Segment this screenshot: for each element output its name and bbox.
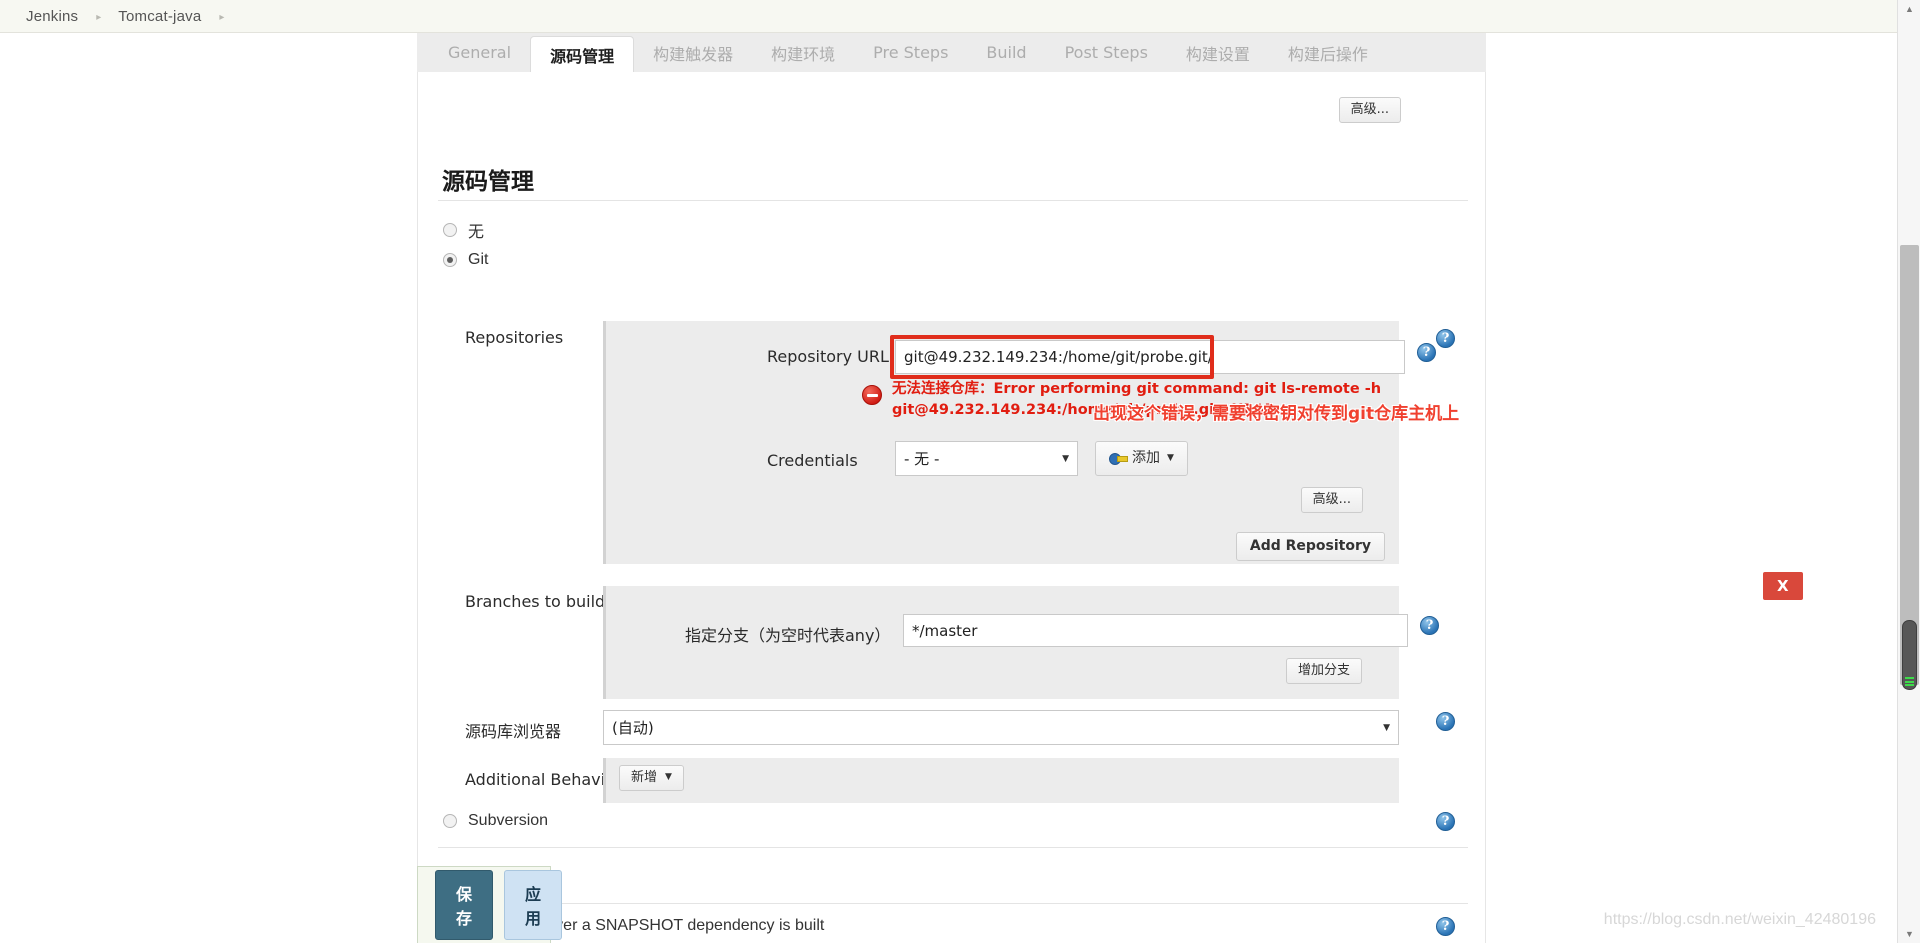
- config-tabbar: General 源码管理 构建触发器 构建环境 Pre Steps Build …: [417, 33, 1486, 72]
- apply-button[interactable]: 应用: [504, 870, 563, 940]
- branch-specifier-label: 指定分支（为空时代表any）: [685, 626, 891, 645]
- scroll-indicator-bars: [1905, 676, 1914, 686]
- page-canvas: General 源码管理 构建触发器 构建环境 Pre Steps Build …: [0, 33, 1897, 943]
- branches-to-build-label: Branches to build: [465, 592, 606, 611]
- config-panel: 高级... 源码管理 无 Git Repositories Repository…: [417, 72, 1803, 943]
- branches-group: 指定分支（为空时代表any） ? X 增加分支: [603, 572, 1803, 699]
- add-repository-button[interactable]: Add Repository: [1235, 532, 1385, 562]
- breadcrumb-item-job[interactable]: Tomcat-java: [118, 8, 201, 25]
- radio-git-label: Git: [468, 251, 489, 268]
- annotation-note: 出现这个错误，需要将密钥对传到git仓库主机上: [1093, 404, 1460, 424]
- help-icon-repository-url[interactable]: ?: [1417, 343, 1436, 362]
- repository-browser-value: (自动): [612, 719, 654, 737]
- repository-url-label: Repository URL: [767, 347, 889, 366]
- repository-url-input[interactable]: [895, 340, 1405, 374]
- tab-build-settings[interactable]: 构建设置: [1167, 33, 1269, 72]
- chevron-down-icon-add-credentials: ▼: [1167, 452, 1174, 463]
- help-icon-subversion[interactable]: ?: [1436, 812, 1455, 831]
- scrollbar-thumb[interactable]: [1900, 245, 1919, 685]
- floating-save-bar: 保存 应用: [417, 866, 563, 943]
- help-icon-browser[interactable]: ?: [1436, 712, 1455, 731]
- chevron-down-icon-add-behaviour: ▼: [665, 772, 672, 783]
- additional-behaviours-group: 新增 ▼: [603, 758, 1399, 803]
- radio-subversion-label: Subversion: [468, 812, 549, 829]
- radio-scm-subversion[interactable]: Subversion: [443, 812, 548, 830]
- tab-scm[interactable]: 源码管理: [530, 36, 635, 72]
- repository-browser-label: 源码库浏览器: [465, 722, 562, 741]
- repositories-group: Repository URL ? 无法连接仓库：Error performing…: [603, 321, 1436, 564]
- tab-general[interactable]: General: [429, 33, 530, 72]
- add-credentials-label: 添加: [1132, 449, 1160, 466]
- error-line-1: 无法连接仓库：Error performing git command: git…: [892, 381, 1382, 397]
- chevron-right-icon: ▸: [96, 11, 102, 23]
- chevron-down-icon-credentials: ▼: [1062, 453, 1069, 464]
- add-behaviour-label: 新增: [631, 770, 658, 785]
- breadcrumb-item-jenkins[interactable]: Jenkins: [26, 8, 78, 25]
- radio-none-indicator: [443, 223, 457, 237]
- delete-branch-button[interactable]: X: [1763, 572, 1803, 600]
- repositories-label: Repositories: [465, 328, 564, 347]
- add-behaviour-button[interactable]: 新增 ▼: [619, 765, 684, 792]
- credentials-selected-value: - 无 -: [904, 450, 940, 468]
- help-icon-repositories[interactable]: ?: [1436, 329, 1455, 348]
- tab-build[interactable]: Build: [967, 33, 1045, 72]
- chevron-down-icon-browser: ▼: [1383, 722, 1390, 733]
- divider-triggers: [438, 903, 1468, 904]
- tab-build-triggers[interactable]: 构建触发器: [634, 33, 752, 72]
- scroll-down-arrow-icon[interactable]: ▼: [1898, 925, 1920, 943]
- advanced-top-button[interactable]: 高级...: [1338, 97, 1401, 124]
- page-title-scm: 源码管理: [442, 169, 534, 195]
- tab-build-env[interactable]: 构建环境: [752, 33, 854, 72]
- divider-scm: [438, 200, 1468, 201]
- error-icon: [862, 385, 882, 405]
- scroll-indicator-badge: [1902, 620, 1917, 690]
- key-icon: [1109, 453, 1128, 465]
- radio-scm-git[interactable]: Git: [443, 251, 488, 269]
- radio-scm-none[interactable]: 无: [443, 218, 484, 242]
- divider-subversion: [438, 847, 1468, 848]
- credentials-label: Credentials: [767, 451, 858, 470]
- radio-git-indicator: [443, 253, 457, 267]
- help-icon-snapshot-dependency[interactable]: ?: [1436, 917, 1455, 936]
- watermark: https://blog.csdn.net/weixin_42480196: [1603, 911, 1876, 928]
- help-icon-branch[interactable]: ?: [1420, 616, 1439, 635]
- tab-post-steps[interactable]: Post Steps: [1046, 33, 1167, 72]
- radio-subversion-indicator: [443, 814, 457, 828]
- breadcrumb: Jenkins ▸ Tomcat-java ▸: [0, 0, 1897, 33]
- add-branch-button[interactable]: 增加分支: [1285, 658, 1362, 685]
- save-button[interactable]: 保存: [435, 870, 494, 940]
- repository-browser-select[interactable]: (自动) ▼: [603, 710, 1399, 745]
- radio-none-label: 无: [468, 224, 485, 241]
- repository-advanced-button[interactable]: 高级...: [1300, 487, 1363, 514]
- page-scrollbar[interactable]: ▲ ▼: [1897, 0, 1920, 943]
- credentials-select[interactable]: - 无 - ▼: [895, 441, 1078, 476]
- tab-pre-steps[interactable]: Pre Steps: [854, 33, 967, 72]
- chevron-right-icon-2: ▸: [219, 11, 225, 23]
- scroll-up-arrow-icon[interactable]: ▲: [1898, 0, 1920, 18]
- branch-specifier-input[interactable]: [903, 614, 1408, 647]
- add-credentials-button[interactable]: 添加 ▼: [1095, 441, 1188, 476]
- tab-post-build[interactable]: 构建后操作: [1269, 33, 1387, 72]
